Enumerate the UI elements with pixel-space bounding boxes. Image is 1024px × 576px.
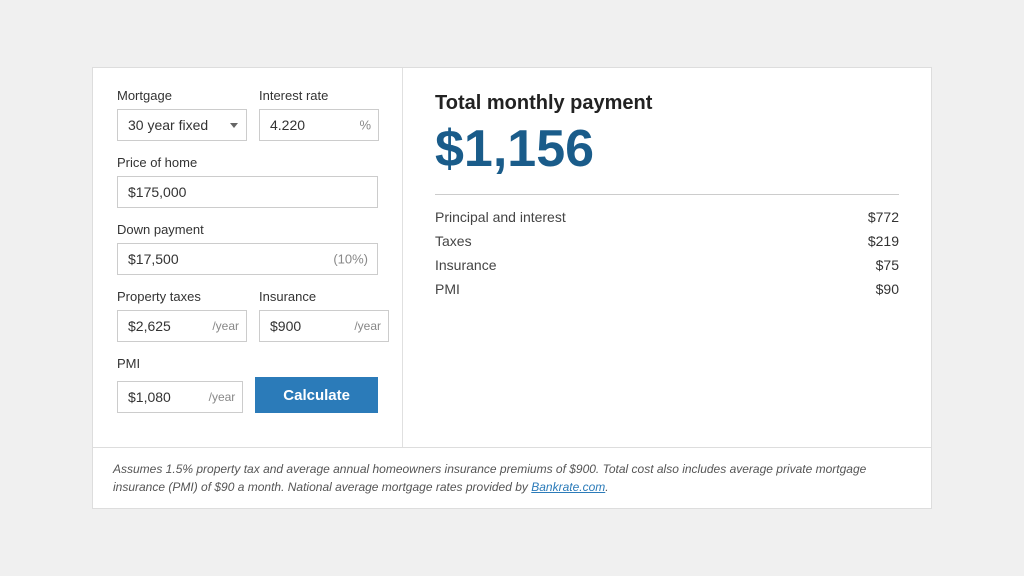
breakdown-label-taxes: Taxes	[435, 233, 472, 249]
interest-rate-input[interactable]	[259, 109, 379, 141]
breakdown-row-insurance: Insurance $75	[435, 257, 899, 273]
calculator-card: Mortgage 30 year fixed 15 year fixed 5/1…	[92, 67, 932, 448]
footer-text: Assumes 1.5% property tax and average an…	[113, 462, 866, 494]
main-wrapper: Mortgage 30 year fixed 15 year fixed 5/1…	[92, 67, 932, 509]
breakdown-label-pmi: PMI	[435, 281, 460, 297]
interest-input-wrapper: %	[259, 109, 379, 141]
pmi-field-group: PMI /year Calculate	[117, 356, 378, 413]
down-payment-label: Down payment	[117, 222, 378, 237]
taxes-input[interactable]	[117, 310, 247, 342]
taxes-field-group: Property taxes /year	[117, 289, 247, 342]
footer-period: .	[605, 480, 608, 494]
pmi-input[interactable]	[117, 381, 243, 413]
right-panel: Total monthly payment $1,156 Principal a…	[403, 68, 931, 447]
breakdown-amount-taxes: $219	[868, 233, 899, 249]
breakdown-row-principal: Principal and interest $772	[435, 209, 899, 225]
pmi-input-wrapper: /year	[117, 381, 243, 413]
price-field-group: Price of home	[117, 155, 378, 208]
breakdown-label-insurance: Insurance	[435, 257, 496, 273]
interest-rate-label: Interest rate	[259, 88, 379, 103]
total-monthly-label: Total monthly payment	[435, 92, 899, 115]
footer-note: Assumes 1.5% property tax and average an…	[92, 448, 932, 509]
pmi-row: /year Calculate	[117, 377, 378, 413]
breakdown-amount-insurance: $75	[876, 257, 899, 273]
down-payment-field-group: Down payment (10%)	[117, 222, 378, 275]
insurance-field-group: Insurance /year	[259, 289, 389, 342]
insurance-label: Insurance	[259, 289, 389, 304]
mortgage-interest-row: Mortgage 30 year fixed 15 year fixed 5/1…	[117, 88, 378, 141]
total-amount: $1,156	[435, 121, 899, 178]
mortgage-field-group: Mortgage 30 year fixed 15 year fixed 5/1…	[117, 88, 247, 141]
breakdown-row-pmi: PMI $90	[435, 281, 899, 297]
bankrate-link[interactable]: Bankrate.com	[531, 480, 605, 494]
insurance-input-wrapper: /year	[259, 310, 389, 342]
breakdown-amount-principal: $772	[868, 209, 899, 225]
price-input[interactable]	[117, 176, 378, 208]
breakdown-amount-pmi: $90	[876, 281, 899, 297]
breakdown-label-principal: Principal and interest	[435, 209, 566, 225]
taxes-insurance-row: Property taxes /year Insurance /year	[117, 289, 378, 342]
interest-rate-field-group: Interest rate %	[259, 88, 379, 141]
mortgage-select[interactable]: 30 year fixed 15 year fixed 5/1 ARM	[117, 109, 247, 141]
price-label: Price of home	[117, 155, 378, 170]
insurance-input[interactable]	[259, 310, 389, 342]
divider	[435, 194, 899, 195]
mortgage-label: Mortgage	[117, 88, 247, 103]
taxes-label: Property taxes	[117, 289, 247, 304]
down-input-wrapper: (10%)	[117, 243, 378, 275]
breakdown-row-taxes: Taxes $219	[435, 233, 899, 249]
taxes-input-wrapper: /year	[117, 310, 247, 342]
calculate-button[interactable]: Calculate	[255, 377, 378, 413]
down-payment-input[interactable]	[117, 243, 378, 275]
pmi-label: PMI	[117, 356, 378, 371]
left-panel: Mortgage 30 year fixed 15 year fixed 5/1…	[93, 68, 403, 447]
